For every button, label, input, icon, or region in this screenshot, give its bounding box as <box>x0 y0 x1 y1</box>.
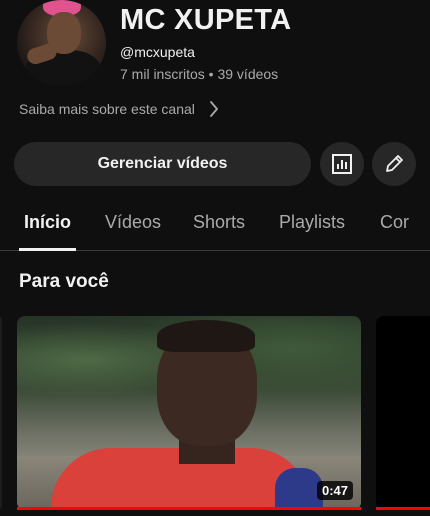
analytics-button[interactable] <box>320 142 364 186</box>
channel-handle: @mcxupeta <box>120 44 195 60</box>
channel-title: MC XUPETA <box>120 4 292 36</box>
watch-progress-bar <box>17 507 361 510</box>
next-watch-progress-bar <box>376 507 430 510</box>
active-tab-indicator <box>19 248 76 251</box>
previous-video-thumbnail[interactable] <box>0 316 2 510</box>
tab-shorts[interactable]: Shorts <box>193 212 245 233</box>
channel-tabs: Início Vídeos Shorts Playlists Cor <box>0 196 430 251</box>
edit-channel-button[interactable] <box>372 142 416 186</box>
tab-inicio[interactable]: Início <box>24 212 71 233</box>
about-channel-link[interactable]: Saiba mais sobre este canal <box>19 99 219 119</box>
manage-videos-button[interactable]: Gerenciar vídeos <box>14 142 311 186</box>
channel-stats: 7 mil inscritos • 39 vídeos <box>120 66 279 82</box>
tab-community[interactable]: Cor <box>380 212 409 233</box>
edit-pencil-icon <box>386 155 403 172</box>
channel-avatar[interactable] <box>17 0 106 86</box>
thumbnail-hair <box>157 320 255 352</box>
next-video-thumbnail[interactable] <box>376 316 430 510</box>
tab-playlists[interactable]: Playlists <box>279 212 345 233</box>
video-duration-badge: 0:47 <box>316 481 353 500</box>
tab-videos[interactable]: Vídeos <box>105 212 161 233</box>
analytics-icon <box>332 154 352 174</box>
video-thumbnail[interactable]: 0:47 <box>17 316 361 510</box>
chevron-right-icon <box>209 101 218 117</box>
section-title: Para você <box>19 271 109 292</box>
about-channel-label: Saiba mais sobre este canal <box>19 101 195 117</box>
thumbnail-microphone <box>275 468 323 510</box>
